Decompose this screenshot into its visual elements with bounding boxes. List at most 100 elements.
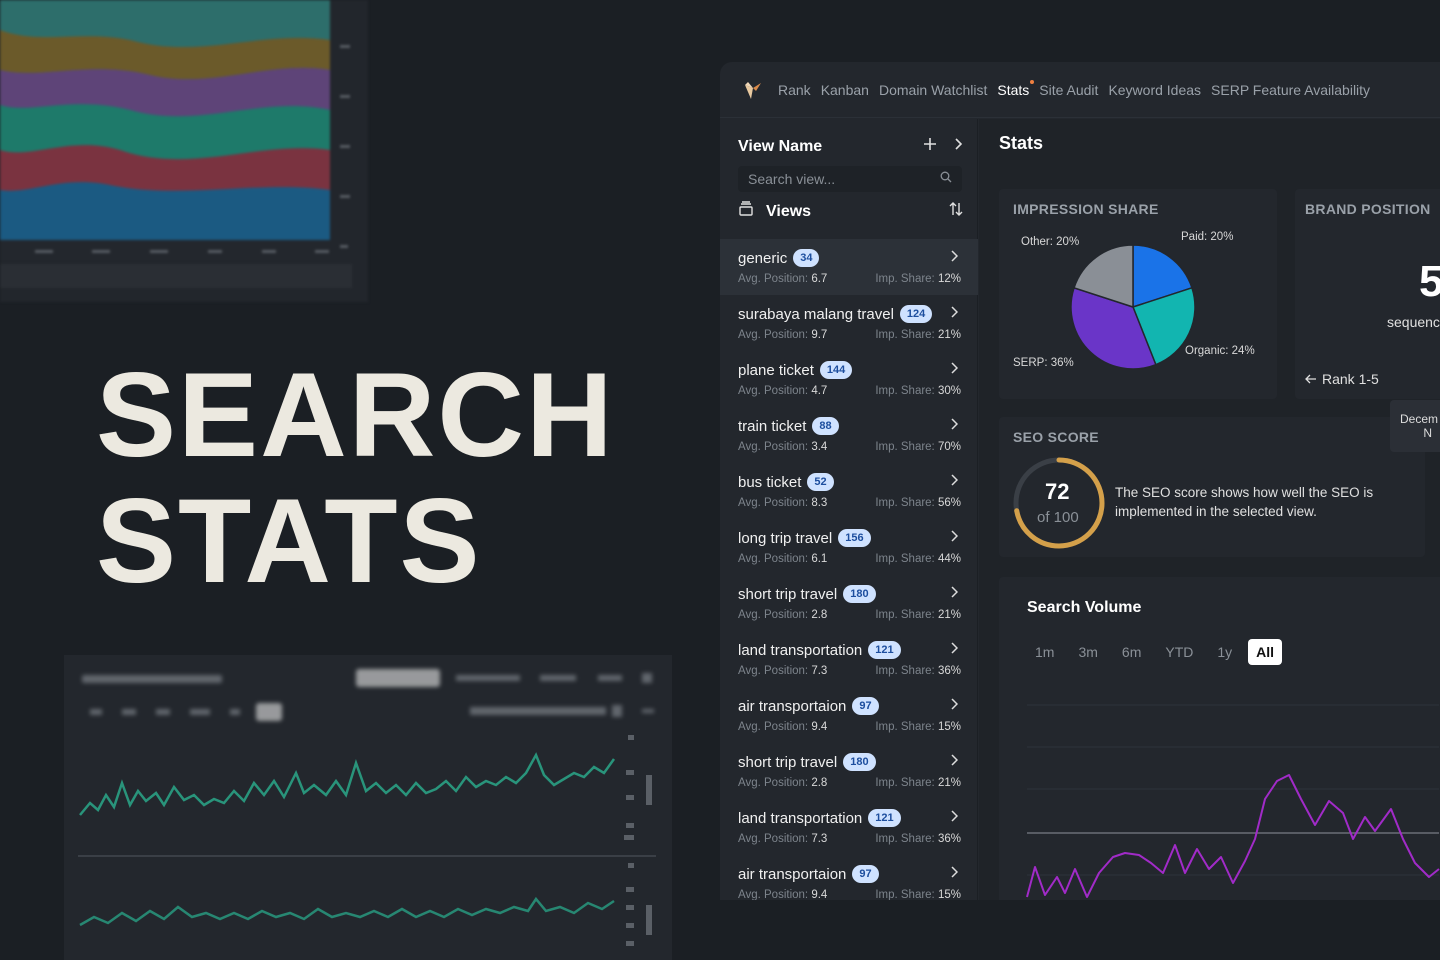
background-area-chart bbox=[0, 0, 368, 302]
impression-share-value: 44% bbox=[937, 553, 961, 565]
view-list-item[interactable]: surabaya malang travel 124 Avg. Position: … bbox=[720, 295, 978, 351]
pie-label-other: Other: 20% bbox=[1021, 236, 1080, 248]
keyword-count-badge: 121 bbox=[868, 641, 901, 659]
brand-position-card: BRAND POSITION 5 sequenc Rank 1-5 bbox=[1295, 189, 1440, 399]
nav-rank[interactable]: Rank bbox=[778, 82, 811, 98]
pie-label-paid: Paid: 20% bbox=[1181, 231, 1234, 243]
chevron-right-icon[interactable] bbox=[950, 529, 959, 545]
view-name: short trip travel bbox=[738, 753, 838, 771]
impression-share-value: 21% bbox=[937, 777, 961, 789]
view-list-item[interactable]: plane ticket 144 Avg. Position: 4.7 Imp. Sh… bbox=[720, 351, 978, 407]
avg-position-value: 2.8 bbox=[811, 777, 828, 789]
sort-icon[interactable] bbox=[949, 201, 963, 222]
view-name: bus ticket bbox=[738, 473, 802, 491]
avg-position: Avg. Position: 4.7 bbox=[738, 385, 828, 397]
avg-position: Avg. Position: 2.8 bbox=[738, 609, 828, 621]
view-name: short trip travel bbox=[738, 585, 838, 603]
chevron-right-icon[interactable] bbox=[950, 417, 959, 433]
view-list-item[interactable]: air transportaion 97 Avg. Position: 9.4 Imp… bbox=[720, 687, 978, 743]
rank-range-link[interactable]: Rank 1-5 bbox=[1305, 371, 1379, 387]
keyword-count-badge: 144 bbox=[819, 361, 853, 379]
avg-position: Avg. Position: 9.4 bbox=[738, 889, 828, 900]
nav-serp-feature-availability[interactable]: SERP Feature Availability bbox=[1211, 82, 1370, 98]
nav-keyword-ideas[interactable]: Keyword Ideas bbox=[1108, 82, 1201, 98]
avg-position: Avg. Position: 6.7 bbox=[738, 273, 828, 285]
seo-score-value: 72 bbox=[1045, 479, 1070, 504]
chevron-right-icon[interactable] bbox=[950, 305, 959, 321]
keyword-count-badge: 97 bbox=[852, 697, 879, 715]
brand-logo-icon[interactable] bbox=[742, 79, 764, 101]
impression-share: Imp. Share: 36% bbox=[875, 833, 961, 845]
view-list-item[interactable]: train ticket 88 Avg. Position: 3.4 Imp. Sha… bbox=[720, 407, 978, 463]
tooltip-line-2: N bbox=[1423, 426, 1432, 440]
view-list-item[interactable]: air transportaion 97 Avg. Position: 9.4 Imp… bbox=[720, 855, 978, 900]
view-name-header: View Name bbox=[738, 137, 963, 156]
search-volume-card: Search Volume 1m 3m 6m YTD 1y All bbox=[999, 577, 1440, 900]
impression-share: Imp. Share: 30% bbox=[875, 385, 961, 397]
chevron-right-icon[interactable] bbox=[953, 137, 963, 156]
chevron-right-icon[interactable] bbox=[950, 753, 959, 769]
search-view-box bbox=[738, 166, 962, 192]
chevron-right-icon[interactable] bbox=[950, 361, 959, 377]
view-list-item[interactable]: land transportation 121 Avg. Position: 7.3… bbox=[720, 631, 978, 687]
view-list-item[interactable]: long trip travel 156 Avg. Position: 6.1 Imp… bbox=[720, 519, 978, 575]
seo-score-of: of 100 bbox=[1037, 509, 1079, 526]
seo-score-description: The SEO score shows how well the SEO is … bbox=[1115, 485, 1374, 519]
avg-position: Avg. Position: 9.7 bbox=[738, 329, 828, 341]
views-header: Views bbox=[738, 201, 963, 222]
arrow-left-icon bbox=[1305, 374, 1316, 384]
impression-share-value: 12% bbox=[937, 273, 961, 285]
avg-position-value: 6.7 bbox=[811, 273, 828, 285]
impression-share: Imp. Share: 15% bbox=[875, 721, 961, 733]
avg-position-value: 7.3 bbox=[811, 833, 828, 845]
avg-position: Avg. Position: 7.3 bbox=[738, 665, 828, 677]
avg-position: Avg. Position: 2.8 bbox=[738, 777, 828, 789]
nav-stats[interactable]: Stats bbox=[997, 79, 1035, 98]
hero-title: SEARCH STATS bbox=[96, 352, 676, 604]
plus-icon[interactable] bbox=[923, 137, 937, 156]
nav-domain-watchlist[interactable]: Domain Watchlist bbox=[879, 82, 987, 98]
impression-share: Imp. Share: 36% bbox=[875, 665, 961, 677]
chevron-right-icon[interactable] bbox=[950, 809, 959, 825]
hero-line-2: STATS bbox=[96, 474, 482, 608]
avg-position-value: 2.8 bbox=[811, 609, 828, 621]
view-name: plane ticket bbox=[738, 361, 814, 379]
chevron-right-icon[interactable] bbox=[950, 697, 959, 713]
pie-label-organic: Organic: 24% bbox=[1185, 345, 1255, 357]
view-name: generic bbox=[738, 249, 788, 267]
nav-site-audit[interactable]: Site Audit bbox=[1039, 82, 1098, 98]
seo-score-card: SEO SCORE 72 of 100 The SEO score shows … bbox=[999, 417, 1425, 557]
avg-position-value: 8.3 bbox=[811, 497, 828, 509]
keyword-count-badge: 156 bbox=[838, 529, 871, 547]
chevron-right-icon[interactable] bbox=[950, 585, 959, 601]
view-list-item[interactable]: bus ticket 52 Avg. Position: 8.3 Imp. Share… bbox=[720, 463, 978, 519]
impression-share-value: 15% bbox=[937, 889, 961, 900]
view-list-item[interactable]: generic 34 Avg. Position: 6.7 Imp. Share: 1… bbox=[720, 239, 978, 295]
chevron-right-icon[interactable] bbox=[950, 865, 959, 881]
keyword-count-badge: 97 bbox=[852, 865, 879, 883]
chevron-right-icon[interactable] bbox=[950, 473, 959, 489]
keyword-count-badge: 180 bbox=[843, 585, 876, 603]
chevron-right-icon[interactable] bbox=[950, 641, 959, 657]
avg-position-value: 7.3 bbox=[811, 665, 828, 677]
avg-position-value: 3.4 bbox=[811, 441, 828, 453]
search-icon[interactable] bbox=[940, 170, 952, 188]
seo-score-title: SEO SCORE bbox=[1013, 429, 1099, 445]
search-view-input[interactable] bbox=[748, 171, 928, 187]
app-window: Rank Kanban Domain Watchlist Stats Site … bbox=[720, 62, 1440, 900]
view-list-item[interactable]: short trip travel 180 Avg. Position: 2.8 Im… bbox=[720, 575, 978, 631]
tooltip-line-1: Decem bbox=[1400, 412, 1439, 426]
impression-share-value: 15% bbox=[937, 721, 961, 733]
impression-share: Imp. Share: 21% bbox=[875, 777, 961, 789]
view-list-item[interactable]: short trip travel 180 Avg. Position: 2.8 Im… bbox=[720, 743, 978, 799]
avg-position: Avg. Position: 7.3 bbox=[738, 833, 828, 845]
view-list-item[interactable]: land transportation 121 Avg. Position: 7.3… bbox=[720, 799, 978, 855]
nav-kanban[interactable]: Kanban bbox=[821, 82, 869, 98]
impression-share: Imp. Share: 21% bbox=[875, 609, 961, 621]
chevron-right-icon[interactable] bbox=[950, 249, 959, 265]
avg-position: Avg. Position: 9.4 bbox=[738, 721, 828, 733]
stack-icon bbox=[738, 201, 754, 222]
avg-position-value: 9.4 bbox=[811, 889, 828, 900]
avg-position-value: 9.7 bbox=[811, 329, 828, 341]
views-label: Views bbox=[766, 202, 812, 220]
